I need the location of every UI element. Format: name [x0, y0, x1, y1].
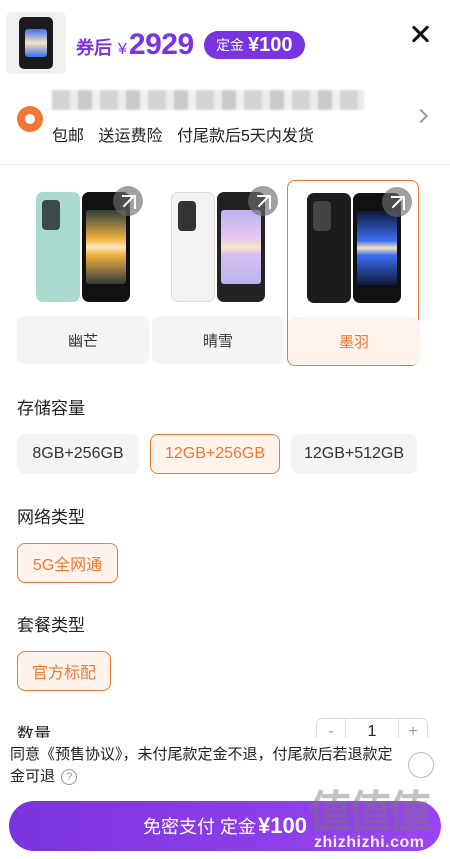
phone-thumbnail-image [19, 17, 53, 69]
watermark-logo: 值值值 [308, 787, 432, 838]
pay-button-label: 免密支付 定金 [143, 817, 257, 837]
storage-option[interactable]: 12GB+512GB [291, 434, 417, 474]
color-option-qingxue[interactable]: 晴雪 [152, 180, 284, 366]
shipping-tag: 包邮 [52, 128, 85, 145]
color-option-moyu[interactable]: 墨羽 [287, 180, 420, 366]
color-option-label: 幽芒 [17, 316, 149, 364]
color-option-label: 墨羽 [288, 317, 420, 365]
network-option-selected[interactable]: 5G全网通 [17, 543, 118, 583]
expand-icon[interactable] [113, 186, 143, 216]
price-value: 2929 [128, 28, 194, 61]
shipping-tags: 包邮 送运费险 付尾款后5天内发货 [52, 122, 324, 146]
after-coupon-label: 券后 [76, 38, 112, 58]
location-pin-icon [17, 106, 43, 132]
product-header: 券后 ¥ 2929 定金 ¥100 [0, 0, 450, 84]
expand-icon[interactable] [248, 186, 278, 216]
price-row: 券后 ¥ 2929 [76, 28, 194, 62]
storage-option[interactable]: 8GB+256GB [17, 434, 139, 474]
storage-option-selected[interactable]: 12GB+256GB [150, 434, 280, 474]
deposit-badge: 定金 ¥100 [204, 31, 305, 59]
storage-title: 存储容量 [17, 399, 85, 418]
close-icon[interactable] [408, 22, 432, 46]
package-title: 套餐类型 [17, 616, 85, 635]
package-option-selected[interactable]: 官方标配 [17, 651, 111, 691]
shipping-tag: 送运费险 [98, 128, 163, 145]
color-option-youmang[interactable]: 幽芒 [17, 180, 149, 366]
shipping-tag: 付尾款后5天内发货 [176, 128, 314, 145]
help-icon[interactable]: ? [61, 769, 78, 786]
product-thumbnail [6, 12, 66, 74]
watermark-site: zhizhizhi.com [314, 834, 425, 851]
watermark: 值值值 zhizhizhi.com [300, 772, 448, 858]
divider [0, 164, 450, 165]
deposit-amount: ¥100 [248, 33, 293, 56]
expand-icon[interactable] [382, 187, 412, 217]
network-title: 网络类型 [17, 508, 85, 527]
blurred-address-text [52, 90, 364, 110]
deposit-label: 定金 [216, 37, 244, 53]
color-option-label: 晴雪 [152, 316, 284, 364]
currency-symbol: ¥ [118, 41, 127, 58]
